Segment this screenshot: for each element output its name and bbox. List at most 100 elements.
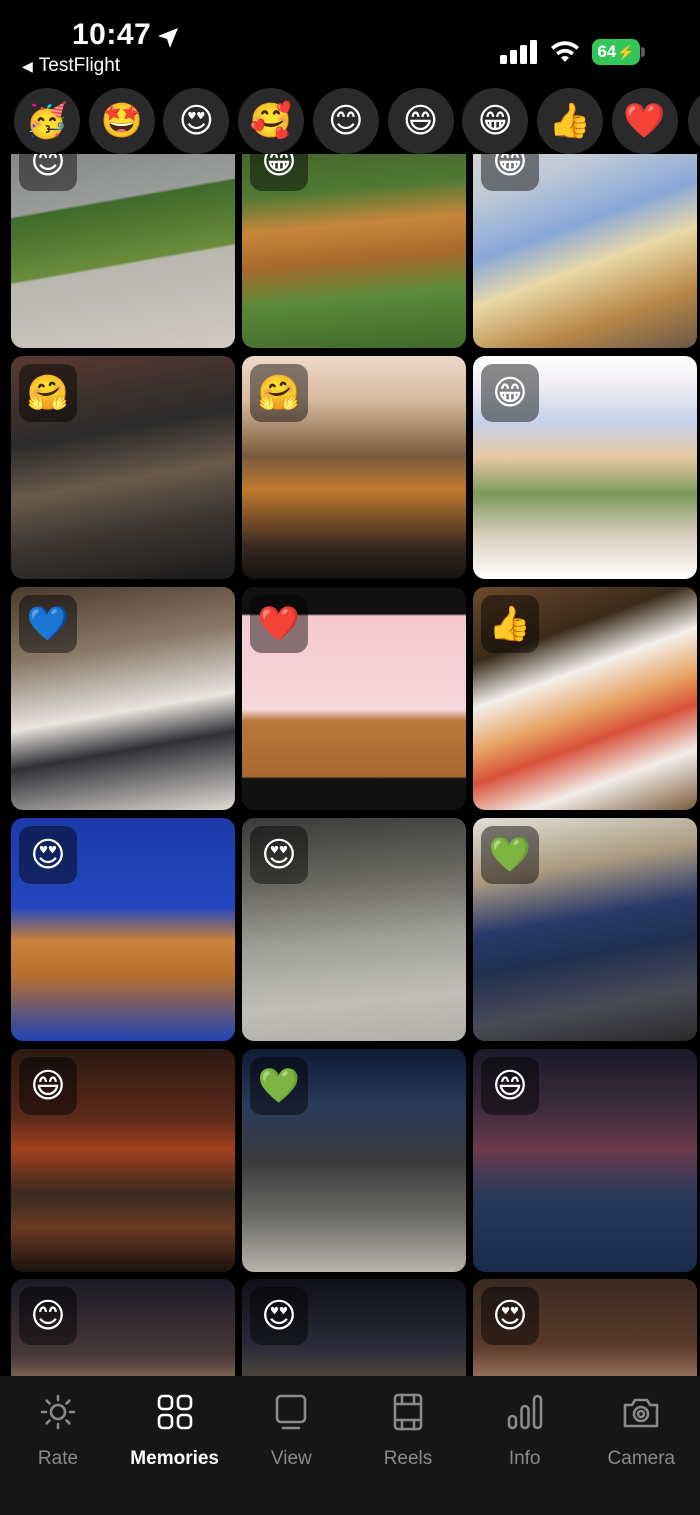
camera-icon bbox=[621, 1392, 661, 1436]
tab-label: Camera bbox=[607, 1448, 676, 1469]
memory-photo-tile[interactable]: 😍 bbox=[242, 1279, 466, 1376]
reaction-emoji: 😁 bbox=[261, 154, 297, 182]
heart-eyes-emoji: 😍 bbox=[178, 101, 215, 141]
smiling-face-emoji: 😊 bbox=[328, 101, 364, 141]
reaction-badge: 😊 bbox=[19, 154, 77, 191]
tab-label: Reels bbox=[383, 1448, 433, 1469]
reaction-emoji: 😍 bbox=[261, 1296, 297, 1336]
red-heart-emoji: ❤️ bbox=[623, 101, 666, 141]
charging-bolt-icon: ⚡ bbox=[617, 43, 635, 60]
memory-photo-tile[interactable]: ❤️ bbox=[242, 587, 466, 810]
memory-photo-tile[interactable]: 💚 bbox=[473, 818, 697, 1041]
reaction-emoji: 🤗 bbox=[26, 373, 70, 413]
tab-view[interactable]: View bbox=[233, 1392, 349, 1482]
frame-icon bbox=[271, 1392, 311, 1436]
tab-info[interactable]: Info bbox=[467, 1392, 583, 1482]
memory-photo-tile[interactable]: 😄 bbox=[11, 1049, 235, 1272]
memory-photo-tile[interactable]: 😍 bbox=[11, 818, 235, 1041]
reaction-badge: 😁 bbox=[481, 364, 539, 422]
memory-photo-tile[interactable]: 💙 bbox=[11, 587, 235, 810]
tab-label: Info bbox=[508, 1448, 541, 1469]
memories-grid: 😊 😁 😁 🤗 🤗 😁 💙 ❤️ 👍 😍 😍 💚 😄 💚 😄 😊 😍 😍 bbox=[0, 154, 700, 1376]
memory-photo-tile[interactable]: 😊 bbox=[11, 154, 235, 348]
tab-label: Rate bbox=[37, 1448, 79, 1469]
tab-reels[interactable]: Reels bbox=[350, 1392, 466, 1482]
reaction-partying-face[interactable]: 🥳 bbox=[14, 88, 80, 154]
film-icon bbox=[388, 1392, 428, 1436]
tab-camera[interactable]: Camera bbox=[583, 1392, 699, 1482]
tab-label: Memories bbox=[130, 1448, 219, 1469]
reaction-emoji: 💚 bbox=[257, 1066, 301, 1106]
reaction-heart-eyes[interactable]: 😍 bbox=[163, 88, 230, 154]
reaction-badge: 😍 bbox=[250, 826, 308, 884]
memory-photo-tile[interactable]: 🤗 bbox=[11, 356, 235, 579]
reaction-badge: 😍 bbox=[19, 826, 77, 884]
tab-rate[interactable]: Rate bbox=[0, 1392, 116, 1482]
smiling-hearts-emoji: 🥰 bbox=[249, 101, 293, 141]
reaction-badge: 🤗 bbox=[250, 364, 308, 422]
sun-icon bbox=[38, 1392, 78, 1436]
back-triangle-icon: ◀ bbox=[22, 58, 33, 74]
reaction-red-heart[interactable]: ❤️ bbox=[611, 88, 678, 154]
reaction-emoji: 😁 bbox=[492, 154, 528, 182]
reaction-emoji: 😍 bbox=[492, 1296, 528, 1336]
memory-photo-tile[interactable]: 😄 bbox=[473, 1049, 697, 1272]
reaction-emoji: 😍 bbox=[30, 835, 66, 875]
reaction-star-struck[interactable]: 🤩 bbox=[88, 88, 155, 154]
reaction-emoji: ❤️ bbox=[257, 604, 301, 644]
memory-photo-tile[interactable]: 😍 bbox=[473, 1279, 697, 1376]
cellular-signal-icon bbox=[500, 40, 537, 64]
reaction-badge: 😄 bbox=[19, 1057, 77, 1115]
reaction-emoji: 😍 bbox=[261, 835, 297, 875]
reaction-badge: 💚 bbox=[250, 1057, 308, 1115]
memory-photo-tile[interactable]: 😁 bbox=[473, 356, 697, 579]
reaction-badge: 😊 bbox=[19, 1287, 77, 1345]
reaction-badge: ❤️ bbox=[250, 595, 308, 653]
reaction-badge: 😍 bbox=[250, 1287, 308, 1345]
reaction-emoji: 💚 bbox=[488, 835, 532, 875]
back-to-app-link[interactable]: ◀ TestFlight bbox=[22, 55, 120, 77]
memory-photo-tile[interactable]: 😁 bbox=[242, 154, 466, 348]
reaction-more[interactable] bbox=[688, 88, 700, 154]
memory-photo-tile[interactable]: 😁 bbox=[473, 154, 697, 348]
reaction-badge: 😄 bbox=[481, 1057, 539, 1115]
memory-photo-tile[interactable]: 😍 bbox=[242, 818, 466, 1041]
reaction-thumbs-up[interactable]: 👍 bbox=[536, 88, 603, 154]
memory-photo-tile[interactable]: 👍 bbox=[473, 587, 697, 810]
reaction-emoji: 👍 bbox=[488, 604, 532, 644]
status-bar: 10:47 ◀ TestFlight 64 ⚡ bbox=[0, 0, 700, 85]
reaction-badge: 🤗 bbox=[19, 364, 77, 422]
reaction-badge: 💚 bbox=[481, 826, 539, 884]
reaction-emoji: 🤗 bbox=[257, 373, 301, 413]
memory-photo-tile[interactable]: 😊 bbox=[11, 1279, 235, 1376]
clock-time: 10:47 bbox=[72, 18, 152, 51]
reaction-emoji: 😊 bbox=[30, 1296, 66, 1336]
reaction-badge: 😁 bbox=[481, 154, 539, 191]
memory-photo-tile[interactable]: 💚 bbox=[242, 1049, 466, 1272]
battery-level: 64 bbox=[597, 42, 617, 61]
reaction-emoji: 😄 bbox=[492, 1066, 528, 1106]
reaction-smiling-hearts[interactable]: 🥰 bbox=[238, 88, 305, 154]
reaction-filter-row: 🥳 🤩 😍 🥰 😊 😄 😁 👍 ❤️ bbox=[0, 88, 700, 156]
back-app-label: TestFlight bbox=[38, 55, 121, 76]
reaction-emoji: 💙 bbox=[26, 604, 70, 644]
reaction-badge: 👍 bbox=[481, 595, 539, 653]
reaction-badge: 💙 bbox=[19, 595, 77, 653]
memory-photo-tile[interactable]: 🤗 bbox=[242, 356, 466, 579]
reaction-badge: 😁 bbox=[250, 154, 308, 191]
reaction-smiling-face[interactable]: 😊 bbox=[312, 88, 379, 154]
reaction-badge: 😍 bbox=[481, 1287, 539, 1345]
reaction-emoji: 😁 bbox=[492, 373, 528, 413]
reaction-emoji: 😊 bbox=[30, 154, 66, 182]
tab-memories[interactable]: Memories bbox=[117, 1392, 233, 1482]
tab-label: View bbox=[270, 1448, 312, 1469]
bottom-tab-bar: Rate Memories View Reels Info Camera bbox=[0, 1376, 700, 1515]
wifi-icon bbox=[551, 41, 579, 62]
reaction-beaming-face[interactable]: 😁 bbox=[462, 88, 529, 154]
battery-indicator: 64 ⚡ bbox=[592, 39, 640, 65]
grid-icon bbox=[155, 1392, 195, 1436]
bar-chart-icon bbox=[505, 1392, 545, 1436]
battery-cap bbox=[641, 47, 645, 57]
reaction-grinning-face[interactable]: 😄 bbox=[387, 88, 454, 154]
grinning-face-emoji: 😄 bbox=[402, 101, 439, 141]
